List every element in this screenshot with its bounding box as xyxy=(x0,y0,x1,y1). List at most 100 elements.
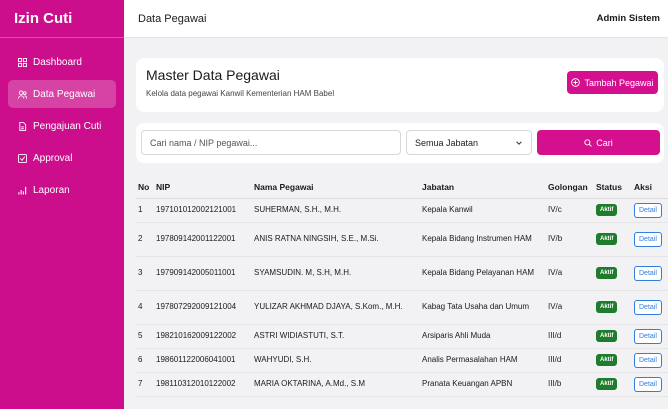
table-row: 1 197101012002121001 SUHERMAN, S.H., M.H… xyxy=(136,198,668,223)
cell-status: Aktif xyxy=(594,290,632,325)
sidebar-item-label: Dashboard xyxy=(33,56,82,68)
cell-aksi: Detail xyxy=(632,290,668,325)
col-header-no: No xyxy=(136,176,154,199)
detail-button[interactable]: Detail xyxy=(634,328,662,344)
cell-nip: 197909142005011001 xyxy=(154,256,252,291)
cell-nama: ANIS RATNA NINGSIH, S.E., M.Si. xyxy=(252,222,420,257)
add-employee-button[interactable]: Tambah Pegawai xyxy=(567,71,658,94)
table-row: 7 198110312010122002 MARIA OKTARINA, A.M… xyxy=(136,372,668,397)
cell-status: Aktif xyxy=(594,256,632,291)
cell-nip: 198601122006041001 xyxy=(154,348,252,373)
sidebar-item-label: Laporan xyxy=(33,184,70,196)
document-icon xyxy=(19,121,27,131)
topbar: Data Pegawai Admin Sistem xyxy=(124,0,668,38)
cell-jabatan: Kepala Bidang Instrumen HAM xyxy=(420,222,546,257)
detail-button[interactable]: Detail xyxy=(634,352,662,368)
cell-nama: WAHYUDI, S.H. xyxy=(252,348,420,373)
users-icon xyxy=(18,89,27,99)
plus-circle-icon xyxy=(571,78,581,87)
cell-jabatan: Kepala Bidang Pelayanan HAM xyxy=(420,256,546,291)
cell-nip: 197809142001122001 xyxy=(154,222,252,257)
cell-nama: MARIA OKTARINA, A.Md., S.M xyxy=(252,372,420,397)
search-input[interactable] xyxy=(141,130,401,155)
cell-golongan: III/d xyxy=(546,324,594,349)
cell-nama: SYAMSUDIN. M, S.H, M.H. xyxy=(252,256,420,291)
cell-nip: 198210162009122002 xyxy=(154,324,252,349)
table-row: 4 197807292009121004 YULIZAR AKHMAD DJAY… xyxy=(136,290,668,325)
sidebar-item-pengajuan-cuti[interactable]: Pengajuan Cuti xyxy=(8,112,116,140)
cell-jabatan: Kabag Tata Usaha dan Umum xyxy=(420,290,546,325)
page-subtitle: Kelola data pegawai Kanwil Kementerian H… xyxy=(146,89,335,98)
search-button-label: Cari xyxy=(596,137,613,148)
cell-golongan: IV/a xyxy=(546,290,594,325)
cell-status: Aktif xyxy=(594,324,632,349)
cell-nama: ASTRI WIDIASTUTI, S.T. xyxy=(252,324,420,349)
app-title: Izin Cuti xyxy=(0,0,124,38)
cell-golongan: IV/b xyxy=(546,222,594,257)
sidebar-item-data-pegawai[interactable]: Data Pegawai xyxy=(8,80,116,108)
detail-button[interactable]: Detail xyxy=(634,202,662,218)
cell-jabatan: Kepala Kanwil xyxy=(420,198,546,223)
col-header-aksi: Aksi xyxy=(632,176,668,199)
status-badge: Aktif xyxy=(596,377,618,391)
status-badge: Aktif xyxy=(596,353,618,367)
cell-no: 2 xyxy=(136,222,154,257)
col-header-jabatan: Jabatan xyxy=(420,176,546,199)
detail-button[interactable]: Detail xyxy=(634,299,662,315)
page-header-card: Master Data Pegawai Kelola data pegawai … xyxy=(136,58,664,112)
sidebar-item-label: Approval xyxy=(33,152,73,164)
cell-status: Aktif xyxy=(594,222,632,257)
cell-status: Aktif xyxy=(594,372,632,397)
search-icon xyxy=(584,138,593,147)
cell-nama: YULIZAR AKHMAD DJAYA, S.Kom., M.H. xyxy=(252,290,420,325)
cell-no: 7 xyxy=(136,372,154,397)
col-header-nama: Nama Pegawai xyxy=(252,176,420,199)
col-header-status: Status xyxy=(594,176,632,199)
cell-aksi: Detail xyxy=(632,198,668,223)
check-square-icon xyxy=(18,153,27,163)
bar-chart-icon xyxy=(18,186,27,195)
cell-aksi: Detail xyxy=(632,222,668,257)
status-badge: Aktif xyxy=(596,300,618,314)
employee-table: No NIP Nama Pegawai Jabatan Golongan Sta… xyxy=(136,176,668,397)
sidebar-item-dashboard[interactable]: Dashboard xyxy=(8,48,116,76)
detail-button[interactable]: Detail xyxy=(634,265,662,281)
cell-status: Aktif xyxy=(594,198,632,223)
cell-jabatan: Arsiparis Ahli Muda xyxy=(420,324,546,349)
sidebar-item-laporan[interactable]: Laporan xyxy=(8,176,116,204)
status-badge: Aktif xyxy=(596,266,618,280)
sidebar: Izin Cuti Dashboard Data Pegawai Pengaju… xyxy=(0,0,124,409)
cell-jabatan: Analis Permasalahan HAM xyxy=(420,348,546,373)
detail-button[interactable]: Detail xyxy=(634,231,662,247)
table-row: 3 197909142005011001 SYAMSUDIN. M, S.H, … xyxy=(136,256,668,291)
detail-button[interactable]: Detail xyxy=(634,376,662,392)
table-row: 5 198210162009122002 ASTRI WIDIASTUTI, S… xyxy=(136,324,668,349)
status-badge: Aktif xyxy=(596,203,618,217)
user-name[interactable]: Admin Sistem xyxy=(597,13,660,24)
jabatan-select[interactable]: Semua Jabatan xyxy=(406,130,532,155)
cell-aksi: Detail xyxy=(632,324,668,349)
sidebar-item-label: Data Pegawai xyxy=(33,88,96,100)
status-badge: Aktif xyxy=(596,329,618,343)
cell-no: 6 xyxy=(136,348,154,373)
table-header-row: No NIP Nama Pegawai Jabatan Golongan Sta… xyxy=(136,176,668,199)
topbar-title: Data Pegawai xyxy=(138,12,207,25)
cell-no: 1 xyxy=(136,198,154,223)
cell-nip: 197807292009121004 xyxy=(154,290,252,325)
status-badge: Aktif xyxy=(596,232,618,246)
cell-nip: 198110312010122002 xyxy=(154,372,252,397)
col-header-golongan: Golongan xyxy=(546,176,594,199)
filter-card: Semua Jabatan Cari xyxy=(136,123,664,163)
sidebar-item-label: Pengajuan Cuti xyxy=(33,120,102,132)
cell-no: 5 xyxy=(136,324,154,349)
sidebar-item-approval[interactable]: Approval xyxy=(8,144,116,172)
page-title: Master Data Pegawai xyxy=(146,67,280,83)
search-button[interactable]: Cari xyxy=(537,130,660,155)
sidebar-nav: Dashboard Data Pegawai Pengajuan Cuti Ap… xyxy=(0,38,124,218)
cell-status: Aktif xyxy=(594,348,632,373)
cell-aksi: Detail xyxy=(632,348,668,373)
cell-no: 3 xyxy=(136,256,154,291)
grid-icon xyxy=(18,57,27,67)
cell-golongan: III/b xyxy=(546,372,594,397)
cell-aksi: Detail xyxy=(632,372,668,397)
